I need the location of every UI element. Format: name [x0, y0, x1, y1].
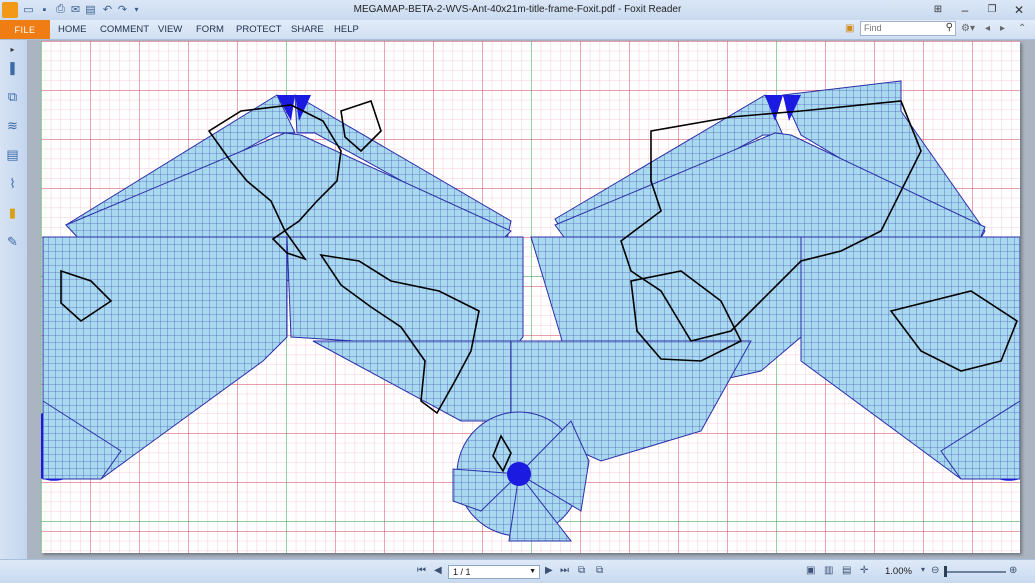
file-tab[interactable]: FILE: [0, 20, 50, 39]
zoom-level: 1.00%: [885, 566, 912, 577]
previous-view-icon[interactable]: ⧉: [578, 565, 585, 576]
zoom-dropdown-icon[interactable]: ▾: [921, 565, 925, 574]
layout-grid-icon[interactable]: ⊞: [925, 1, 951, 18]
search-settings-icon[interactable]: ⚙▾: [961, 23, 975, 34]
tab-comment[interactable]: COMMENT: [100, 24, 149, 35]
collapse-ribbon-icon[interactable]: ⌃: [1018, 23, 1026, 34]
menu-bar: FILE HOME COMMENT VIEW FORM PROTECT SHAR…: [0, 20, 1035, 40]
zoom-in-icon[interactable]: ⊕: [1009, 565, 1017, 576]
facing-icon[interactable]: ▤: [842, 565, 851, 576]
zoom-slider[interactable]: [946, 571, 1006, 573]
previous-page-icon[interactable]: ◀: [434, 565, 442, 576]
single-page-icon[interactable]: ▣: [806, 565, 815, 576]
search-icon[interactable]: ⚲: [946, 22, 953, 33]
tab-share[interactable]: SHARE: [291, 24, 324, 35]
tab-view[interactable]: VIEW: [158, 24, 182, 35]
find-field[interactable]: ⚲: [860, 21, 956, 36]
prev-result-icon[interactable]: ◂: [985, 23, 990, 34]
page-number-text: 1 / 1: [453, 567, 471, 577]
find-input[interactable]: [861, 22, 940, 34]
document-area[interactable]: [27, 40, 1035, 559]
zoom-out-icon[interactable]: ⊖: [931, 565, 939, 576]
minimize-icon[interactable]: –: [952, 1, 978, 18]
pdf-page: [41, 41, 1020, 553]
gore-magenta-lines: [66, 95, 511, 341]
close-icon[interactable]: ✕: [1006, 1, 1032, 18]
signatures-icon[interactable]: ✎: [4, 233, 21, 250]
first-page-icon[interactable]: ⏮: [417, 565, 426, 576]
next-result-icon[interactable]: ▸: [1000, 23, 1005, 34]
comments-icon[interactable]: ▤: [4, 146, 21, 163]
tab-form[interactable]: FORM: [196, 24, 224, 35]
tab-home[interactable]: HOME: [58, 24, 87, 35]
expand-panel-icon[interactable]: ▸: [4, 41, 21, 58]
chevron-down-icon[interactable]: ▼: [529, 568, 536, 575]
zoom-slider-thumb[interactable]: [944, 566, 947, 577]
pages-icon[interactable]: ⧉: [4, 88, 21, 105]
page-number-field[interactable]: 1 / 1 ▼: [448, 565, 540, 579]
security-icon[interactable]: ▮: [4, 204, 21, 221]
next-view-icon[interactable]: ⧉: [596, 565, 603, 576]
bookmark-icon[interactable]: ❚: [4, 59, 21, 76]
layers-icon[interactable]: ≋: [4, 117, 21, 134]
status-bar: ⏮ ◀ 1 / 1 ▼ ▶ ⏭ ⧉ ⧉ ▣ ▥ ▤ ✛ 1.00% ▾ ⊖ ⊕: [0, 559, 1035, 583]
window-title: MEGAMAP-BETA-2-WVS-Ant-40x21m-title-fram…: [353, 4, 682, 15]
last-page-icon[interactable]: ⏭: [560, 565, 569, 576]
tab-help[interactable]: HELP: [334, 24, 359, 35]
continuous-facing-icon[interactable]: ✛: [860, 565, 868, 576]
world-map-projection: [41, 41, 1020, 553]
attachments-icon[interactable]: ⌇: [4, 175, 21, 192]
find-folder-icon[interactable]: ▣: [845, 23, 854, 34]
restore-icon[interactable]: ❐: [979, 1, 1005, 18]
tab-protect[interactable]: PROTECT: [236, 24, 281, 35]
navigation-panel: ▸ ❚ ⧉ ≋ ▤ ⌇ ▮ ✎: [0, 40, 28, 559]
continuous-icon[interactable]: ▥: [824, 565, 833, 576]
next-page-icon[interactable]: ▶: [545, 565, 553, 576]
title-bar: ▭ ▪ ⎙ ✉ ▤ ↶ ↷ ▾ MEGAMAP-BETA-2-WVS-Ant-4…: [0, 0, 1035, 20]
